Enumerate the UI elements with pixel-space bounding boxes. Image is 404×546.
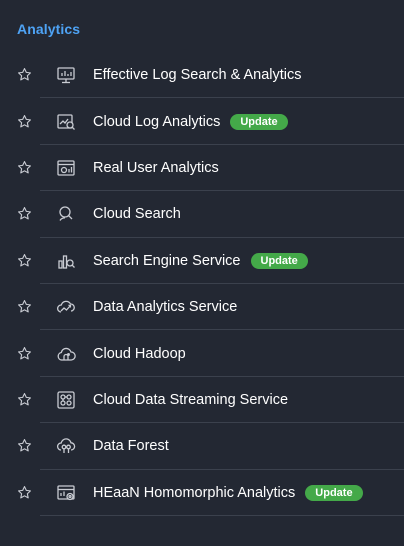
service-item-data-analytics-service[interactable]: Data Analytics Service: [0, 284, 404, 331]
service-label: Cloud Data Streaming Service: [93, 391, 289, 408]
service-item-cloud-log-analytics[interactable]: Cloud Log Analytics Update: [0, 98, 404, 146]
favorite-star-icon[interactable]: [17, 160, 32, 175]
service-label: Cloud Search: [93, 206, 181, 223]
service-label: Data Analytics Service: [93, 299, 238, 316]
service-item-search-engine-service[interactable]: Search Engine Service Update: [0, 238, 404, 285]
service-item-real-user-analytics[interactable]: Real User Analytics: [0, 145, 404, 192]
update-badge: Update: [305, 484, 363, 501]
log-chart-search-icon: [56, 112, 76, 132]
update-badge: Update: [250, 252, 308, 269]
service-item-data-forest[interactable]: Data Forest: [0, 423, 404, 470]
search-engine-icon: [56, 251, 76, 271]
homomorphic-analytics-icon: [56, 483, 76, 503]
favorite-star-icon[interactable]: [17, 346, 32, 361]
service-label: Effective Log Search & Analytics: [93, 67, 302, 84]
service-label: Cloud Log Analytics: [93, 113, 221, 130]
cloud-analytics-icon: [56, 297, 76, 317]
service-label: Cloud Hadoop: [93, 345, 186, 362]
browser-analytics-icon: [56, 158, 76, 178]
analytics-panel: Analytics Effective Log Search & Analyti…: [0, 0, 404, 546]
favorite-star-icon[interactable]: [17, 485, 32, 500]
service-item-effective-log-search[interactable]: Effective Log Search & Analytics: [0, 52, 404, 99]
cloud-search-icon: [56, 204, 76, 224]
service-item-cloud-search[interactable]: Cloud Search: [0, 191, 404, 238]
service-label: HEaaN Homomorphic Analytics: [93, 484, 296, 501]
update-badge: Update: [230, 113, 288, 130]
favorite-star-icon[interactable]: [17, 392, 32, 407]
cloud-hadoop-icon: [56, 344, 76, 364]
monitor-chart-icon: [56, 65, 76, 85]
favorite-star-icon[interactable]: [17, 253, 32, 268]
service-label: Search Engine Service: [93, 252, 241, 269]
service-item-cloud-hadoop[interactable]: Cloud Hadoop: [0, 330, 404, 378]
favorite-star-icon[interactable]: [17, 206, 32, 221]
favorite-star-icon[interactable]: [17, 299, 32, 314]
data-streaming-icon: [56, 390, 76, 410]
service-item-heaan-homomorphic-analytics[interactable]: HEaaN Homomorphic Analytics Update: [0, 470, 404, 517]
service-label: Real User Analytics: [93, 159, 219, 176]
data-forest-icon: [56, 436, 76, 456]
favorite-star-icon[interactable]: [17, 114, 32, 129]
favorite-star-icon[interactable]: [17, 67, 32, 82]
service-item-cloud-data-streaming-service[interactable]: Cloud Data Streaming Service: [0, 377, 404, 424]
favorite-star-icon[interactable]: [17, 438, 32, 453]
service-list: Effective Log Search & Analytics Cloud L…: [0, 52, 404, 517]
service-label: Data Forest: [93, 438, 169, 455]
section-title: Analytics: [17, 21, 81, 37]
